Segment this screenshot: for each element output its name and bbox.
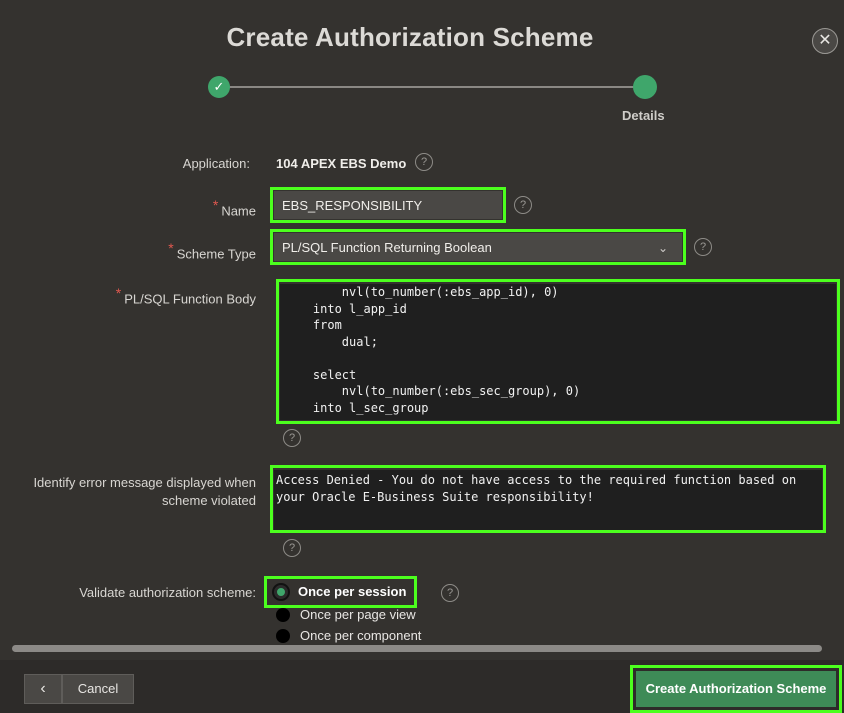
radio-once-per-page-view[interactable]: Once per page view: [276, 607, 416, 622]
dialog-title: Create Authorization Scheme: [226, 22, 594, 52]
scheme-type-label: * Scheme Type: [168, 240, 256, 262]
help-icon[interactable]: ?: [283, 539, 301, 557]
wizard-step-current-dot: [633, 75, 657, 99]
error-message-label-line1: Identify error message displayed when: [33, 475, 256, 490]
application-label: Application:: [182, 156, 250, 171]
radio-label: Once per page view: [300, 607, 416, 622]
error-message-label-line2: scheme violated: [162, 493, 256, 508]
previous-button[interactable]: ‹: [24, 674, 62, 704]
create-authorization-scheme-dialog: Create Authorization Scheme ✕ ✓ Details …: [0, 0, 844, 713]
radio-label: Once per component: [300, 628, 422, 643]
close-icon[interactable]: ✕: [812, 28, 838, 54]
radio-button[interactable]: [276, 628, 290, 643]
function-body-highlight-box: [276, 279, 840, 424]
help-icon[interactable]: ?: [441, 584, 459, 602]
scheme-type-highlight-box: [270, 229, 686, 265]
create-button-highlight-box: [630, 665, 842, 713]
help-icon[interactable]: ?: [283, 429, 301, 447]
validate-scheme-label: Validate authorization scheme:: [79, 585, 256, 600]
help-icon[interactable]: ?: [415, 153, 433, 171]
horizontal-scrollbar[interactable]: [12, 645, 822, 652]
validate-highlight-box: [264, 576, 417, 608]
radio-once-per-component[interactable]: Once per component: [276, 628, 421, 643]
cancel-button[interactable]: Cancel: [62, 674, 134, 704]
wizard-step-done-check-icon: ✓: [208, 76, 230, 98]
wizard-progress-line: [226, 86, 644, 88]
chevron-left-icon: ‹: [40, 680, 46, 697]
function-body-label: * PL/SQL Function Body: [115, 285, 256, 307]
name-highlight-box: [270, 187, 506, 223]
name-label: * Name: [212, 197, 256, 219]
application-value: 104 APEX EBS Demo: [276, 156, 407, 171]
wizard-step-label: Details: [622, 108, 665, 123]
help-icon[interactable]: ?: [694, 238, 712, 256]
radio-button[interactable]: [276, 607, 290, 622]
error-message-label: Identify error message displayed when sc…: [10, 474, 256, 510]
error-message-highlight-box: [270, 465, 826, 533]
help-icon[interactable]: ?: [514, 196, 532, 214]
